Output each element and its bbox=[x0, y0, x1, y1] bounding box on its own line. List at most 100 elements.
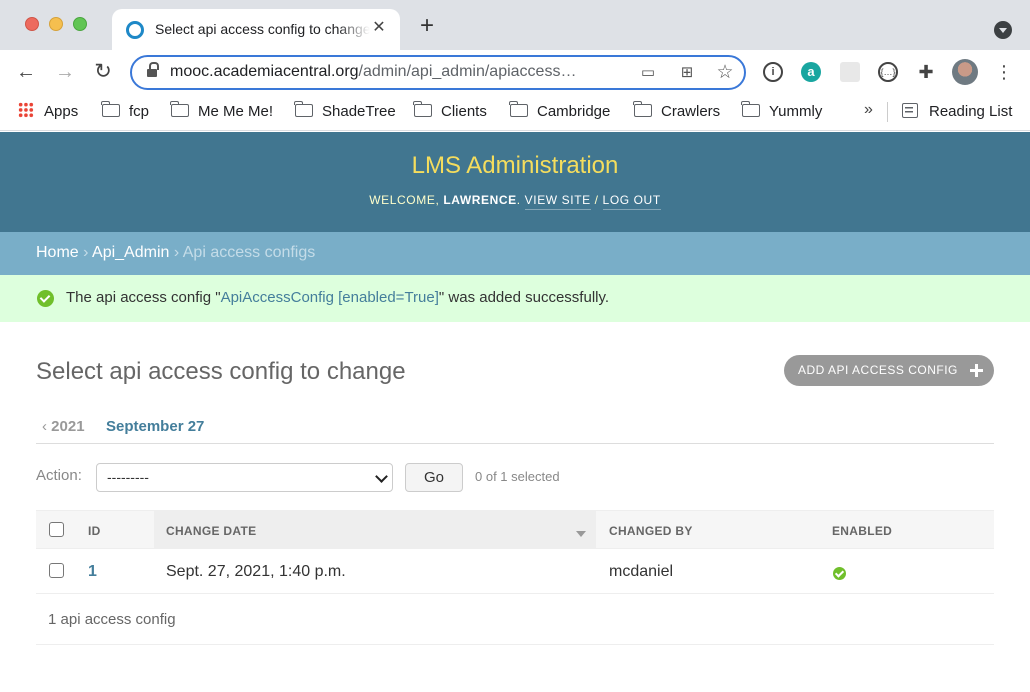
bookmark-label: Me Me Me! bbox=[198, 103, 274, 120]
action-select[interactable]: --------- bbox=[96, 463, 393, 492]
folder-icon bbox=[294, 101, 313, 117]
success-message: The api access config "ApiAccessConfig [… bbox=[0, 275, 1030, 322]
date-hierarchy-current: September 27 bbox=[106, 418, 205, 435]
cast-icon[interactable]: ▭ bbox=[639, 64, 657, 82]
profile-avatar[interactable] bbox=[952, 59, 978, 85]
column-header-changed-by[interactable]: CHANGED BY bbox=[609, 524, 693, 538]
row-changed-by: mcdaniel bbox=[609, 563, 674, 580]
forward-arrow-icon[interactable]: → bbox=[52, 59, 78, 85]
window-minimize-button[interactable] bbox=[49, 17, 63, 31]
breadcrumb-separator: › bbox=[83, 244, 89, 261]
folder-icon bbox=[633, 101, 652, 117]
site-name[interactable]: LMS Administration bbox=[0, 152, 1030, 180]
chevron-down-icon bbox=[375, 470, 388, 483]
admin-header: LMS Administration Welcome, Lawrence. Vi… bbox=[0, 132, 1030, 232]
window-close-button[interactable] bbox=[25, 17, 39, 31]
browser-tab-active[interactable]: Select api access config to change | LMS… bbox=[112, 9, 400, 50]
folder-icon bbox=[170, 101, 189, 117]
lock-icon[interactable] bbox=[147, 62, 159, 78]
bookmarks-bar: Apps fcp Me Me Me! ShadeTree Clients Cam… bbox=[0, 95, 1030, 131]
bookmark-label: fcp bbox=[129, 103, 150, 120]
enabled-true-icon bbox=[833, 567, 846, 580]
go-button[interactable]: Go bbox=[405, 463, 463, 492]
bookmark-star-icon[interactable]: ☆ bbox=[716, 63, 734, 82]
add-api-access-config-button[interactable]: ADD API ACCESS CONFIG bbox=[784, 355, 994, 386]
code-extension-icon[interactable]: {…} bbox=[878, 62, 898, 82]
message-suffix: " was added successfully. bbox=[438, 289, 610, 306]
message-prefix: The api access config " bbox=[66, 289, 221, 306]
column-header-change-date[interactable]: CHANGE DATE bbox=[166, 524, 256, 538]
new-tab-button[interactable]: + bbox=[414, 14, 440, 40]
breadcrumb-home[interactable]: Home bbox=[36, 244, 79, 261]
url-host: mooc.academiacentral.org bbox=[170, 63, 359, 80]
grey-square-extension-icon[interactable] bbox=[840, 62, 860, 82]
bookmark-label: Cambridge bbox=[537, 103, 611, 120]
message-object-link[interactable]: ApiAccessConfig [enabled=True] bbox=[221, 289, 439, 306]
site-favicon-icon bbox=[126, 21, 144, 39]
bookmark-label: Apps bbox=[44, 103, 79, 120]
bookmark-me-me-me[interactable]: Me Me Me! bbox=[170, 101, 274, 123]
bookmarks-overflow-icon[interactable]: » bbox=[864, 101, 873, 119]
breadcrumb-current: Api access configs bbox=[182, 244, 316, 261]
add-button-label: ADD API ACCESS CONFIG bbox=[798, 363, 958, 377]
qr-code-icon[interactable]: ⊞ bbox=[678, 64, 696, 82]
bookmark-shadetree[interactable]: ShadeTree bbox=[294, 101, 396, 123]
date-hierarchy: ‹ 2021 September 27 bbox=[36, 406, 994, 444]
log-out-link[interactable]: Log out bbox=[602, 193, 661, 210]
action-counter: 0 of 1 selected bbox=[475, 469, 560, 484]
apps-grid-icon bbox=[18, 102, 34, 118]
bookmark-fcp[interactable]: fcp bbox=[101, 101, 150, 123]
breadcrumb: Home › Api_Admin › Api access configs bbox=[0, 232, 1030, 275]
table-row: 1 Sept. 27, 2021, 1:40 p.m. mcdaniel bbox=[36, 550, 994, 594]
bookmark-yummly[interactable]: Yummly bbox=[741, 101, 823, 123]
browser-toolbar: ← → ↻ mooc.academiacentral.org/admin/api… bbox=[0, 50, 1030, 95]
bookmark-apps[interactable]: Apps bbox=[18, 101, 78, 123]
column-header-enabled[interactable]: ENABLED bbox=[832, 524, 892, 538]
bookmark-label: ShadeTree bbox=[322, 103, 396, 120]
tab-search-icon[interactable] bbox=[994, 21, 1012, 39]
reading-list-button[interactable]: Reading List bbox=[902, 101, 1012, 123]
window-maximize-button[interactable] bbox=[73, 17, 87, 31]
column-header-id[interactable]: ID bbox=[88, 524, 101, 538]
plus-icon bbox=[970, 364, 983, 377]
row-id-link[interactable]: 1 bbox=[88, 563, 97, 581]
reading-list-label: Reading List bbox=[929, 103, 1013, 120]
tab-close-icon[interactable]: ✕ bbox=[370, 18, 388, 38]
user-tools: Welcome, Lawrence. View site / Log out bbox=[0, 193, 1030, 210]
paginator: 1 api access config bbox=[36, 594, 994, 645]
table-header: ID CHANGE DATE CHANGED BY ENABLED bbox=[36, 510, 994, 549]
tab-title: Select api access config to change | LMS… bbox=[155, 21, 370, 37]
date-hierarchy-back-link[interactable]: ‹ 2021 bbox=[42, 418, 85, 435]
view-site-link[interactable]: View site bbox=[524, 193, 591, 210]
back-arrow-icon[interactable]: ← bbox=[13, 59, 39, 85]
action-label: Action: bbox=[36, 467, 82, 484]
date-hierarchy-year: 2021 bbox=[51, 418, 85, 435]
folder-icon bbox=[741, 101, 760, 117]
password-manager-extension-icon[interactable]: i bbox=[763, 62, 783, 82]
welcome-period: . bbox=[516, 193, 521, 207]
row-select-checkbox[interactable] bbox=[49, 563, 64, 578]
url-path: /admin/api_admin/apiaccess… bbox=[358, 63, 577, 80]
browser-menu-icon[interactable]: ⋮ bbox=[995, 61, 1013, 83]
bookmarks-divider bbox=[887, 102, 888, 122]
select-all-checkbox[interactable] bbox=[49, 522, 64, 537]
bookmark-clients[interactable]: Clients bbox=[413, 101, 487, 123]
a-extension-icon[interactable]: a bbox=[801, 62, 821, 82]
bookmark-crawlers[interactable]: Crawlers bbox=[633, 101, 721, 123]
row-change-date: Sept. 27, 2021, 1:40 p.m. bbox=[166, 563, 346, 580]
breadcrumb-separator: › bbox=[173, 244, 180, 261]
extensions-puzzle-icon[interactable]: ✚ bbox=[916, 62, 936, 82]
folder-icon bbox=[509, 101, 528, 117]
bookmark-label: Crawlers bbox=[661, 103, 721, 120]
bookmark-cambridge[interactable]: Cambridge bbox=[509, 101, 611, 123]
bookmark-label: Yummly bbox=[769, 103, 823, 120]
browser-titlebar: Select api access config to change | LMS… bbox=[0, 0, 1030, 50]
sort-descending-icon[interactable] bbox=[576, 531, 586, 537]
url-text[interactable]: mooc.academiacentral.org/admin/api_admin… bbox=[170, 63, 576, 81]
back-chevron-icon: ‹ bbox=[42, 418, 47, 435]
reload-icon[interactable]: ↻ bbox=[90, 59, 116, 85]
welcome-text: Welcome, bbox=[369, 193, 440, 207]
address-bar[interactable]: mooc.academiacentral.org/admin/api_admin… bbox=[130, 55, 746, 90]
breadcrumb-app[interactable]: Api_Admin bbox=[92, 244, 169, 261]
folder-icon bbox=[413, 101, 432, 117]
